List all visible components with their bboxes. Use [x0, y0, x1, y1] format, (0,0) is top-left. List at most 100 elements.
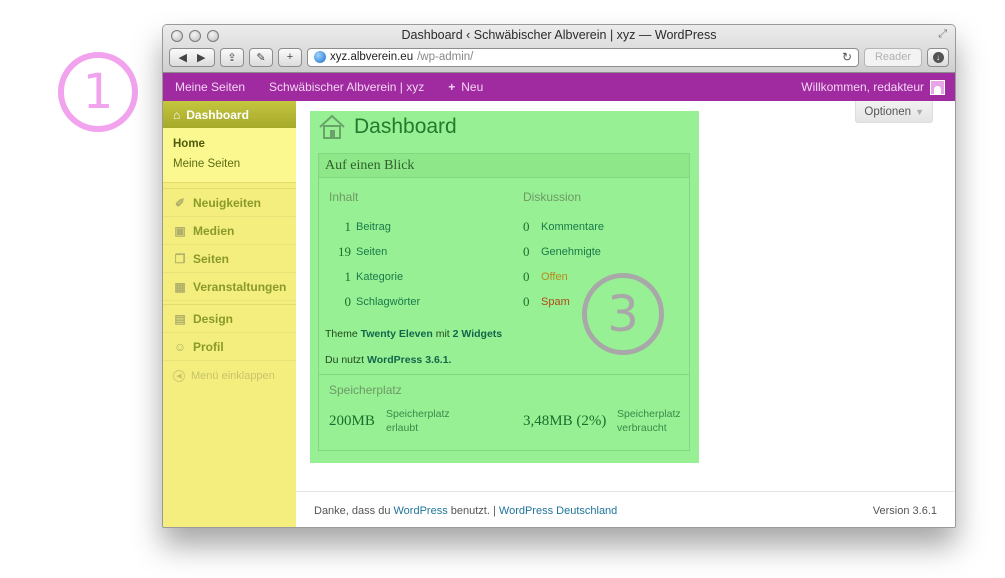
count-label: Seiten [356, 245, 388, 258]
count: 0 [523, 293, 530, 309]
sidebar-item-events[interactable]: ▦ Veranstaltungen [163, 273, 296, 301]
calendar-icon: ▦ [174, 279, 186, 294]
add-icon: + [286, 51, 294, 63]
reload-icon[interactable]: ↻ [842, 50, 852, 64]
appearance-icon: ▤ [174, 311, 186, 326]
storage-allowed-text: Speicherplatz erlaubt [386, 407, 450, 435]
wordpress-de-link[interactable]: WordPress Deutschland [499, 505, 617, 517]
plus-icon: + [448, 80, 456, 94]
count: 0 [523, 268, 530, 284]
users-icon: ☺ [173, 339, 187, 354]
list-item[interactable]: 0 Schlagwörter [329, 289, 509, 314]
sidebar-item-label: Veranstaltungen [193, 279, 287, 294]
count-label: Schlagwörter [356, 295, 421, 308]
count: 1 [344, 268, 352, 284]
storage-used-text: Speicherplatz verbraucht [617, 407, 681, 435]
adminbar-new[interactable]: + Neu [436, 73, 495, 101]
adminbar-site-name[interactable]: Schwäbischer Albverein | xyz [257, 73, 436, 101]
download-icon: ↓ [932, 51, 944, 63]
adminbar-account[interactable]: Willkommen, redakteur [801, 79, 955, 95]
storage-allowed-value: 200MB [329, 413, 375, 429]
footer-text: Danke, dass du [314, 504, 391, 517]
address-bar[interactable]: xyz.albverein.eu/wp-admin/ ↻ [307, 47, 859, 67]
sidebar-item-design[interactable]: ▤ Design [163, 305, 296, 333]
tools-button[interactable]: ✎ [249, 47, 273, 67]
count: 1 [344, 218, 352, 234]
theme-link[interactable]: Twenty Eleven [361, 328, 433, 340]
download-button[interactable]: ↓ [927, 47, 949, 67]
sidebar-item-dashboard[interactable]: ⌂ Dashboard [163, 101, 303, 128]
sidebar-item-label: Medien [193, 223, 235, 238]
annotation-3: 3 [582, 273, 664, 355]
submenu-item-home[interactable]: Home [173, 134, 296, 154]
list-item[interactable]: 1 Beitrag [329, 214, 509, 239]
list-item[interactable]: 0 Kommentare [523, 214, 703, 239]
list-item[interactable]: 19 Seiten [329, 239, 509, 264]
storage-allowed-text-1: Speicherplatz [386, 408, 450, 420]
theme-mid: mit [435, 328, 450, 340]
admin-bar: Meine Seiten Schwäbischer Albverein | xy… [163, 73, 955, 101]
back-forward-buttons[interactable]: ◀ ▶ [169, 47, 215, 67]
footer-text-2: benutzt. | [450, 504, 496, 517]
url-path: /wp-admin/ [417, 51, 474, 63]
collapse-menu-button[interactable]: ◀ Menü einklappen [163, 361, 296, 391]
count-label: Kategorie [356, 270, 404, 283]
tools-icon: ✎ [256, 51, 266, 64]
storage-label: Speicherplatz [329, 383, 402, 397]
sidebar-item-label: Dashboard [186, 107, 249, 122]
screen-options-label: Optionen [864, 105, 912, 118]
count-label: Offen [541, 270, 568, 283]
share-button[interactable]: ⇪ [220, 47, 244, 67]
content-label: Inhalt [329, 190, 359, 204]
collapse-icon: ◀ [173, 370, 185, 382]
home-icon: ⌂ [173, 107, 181, 122]
avatar [930, 79, 945, 95]
theme-prefix: Theme [325, 328, 358, 340]
list-item[interactable]: 0 Genehmigte [523, 239, 703, 264]
title-bar: Dashboard ‹ Schwäbischer Albverein | xyz… [163, 25, 955, 73]
storage-section: Speicherplatz 200MB Speicherplatz erlaub… [319, 374, 689, 450]
storage-used-value: 3,48MB (2%) [523, 413, 607, 429]
sidebar-item-profile[interactable]: ☺ Profil [163, 333, 296, 361]
url-host: xyz.albverein.eu [330, 51, 414, 63]
sidebar-item-news[interactable]: ✐ Neuigkeiten [163, 189, 296, 217]
list-item[interactable]: 1 Kategorie [329, 264, 509, 289]
widget-title[interactable]: Auf einen Blick [319, 154, 689, 178]
sidebar-item-label: Seiten [193, 251, 230, 266]
widgets-link[interactable]: 2 Widgets [453, 328, 503, 340]
count: 0 [344, 293, 352, 309]
version-info: Du nutzt WordPress 3.6.1. [325, 354, 451, 366]
adminbar-new-label: Neu [461, 80, 484, 94]
admin-footer: Danke, dass du WordPress benutzt. | Word… [296, 491, 955, 527]
sidebar-item-label: Design [193, 311, 234, 326]
pages-icon: ❐ [174, 251, 186, 266]
storage-allowed-text-2: erlaubt [386, 422, 419, 434]
annotation-1: 1 [58, 52, 138, 132]
reader-button[interactable]: Reader [864, 47, 922, 67]
back-icon[interactable]: ◀ [179, 51, 187, 64]
count: 0 [523, 218, 530, 234]
count-label: Kommentare [541, 220, 604, 233]
count: 0 [523, 243, 530, 259]
sidebar-item-pages[interactable]: ❐ Seiten [163, 245, 296, 273]
version-prefix: Du nutzt [325, 354, 365, 366]
add-bookmark-button[interactable]: + [278, 47, 302, 67]
page: 1 2 Dashboard ‹ Schwäbischer Albverein |… [0, 0, 1005, 578]
screen-options-button[interactable]: Optionen ▼ [855, 101, 933, 123]
forward-icon[interactable]: ▶ [197, 51, 205, 64]
count-label: Beitrag [356, 220, 391, 233]
resize-icon[interactable]: ⤢ [938, 28, 947, 41]
wordpress-link[interactable]: WordPress [394, 505, 448, 517]
page-header: Dashboard [318, 111, 457, 143]
count: 19 [338, 243, 351, 259]
submenu-item-my-sites[interactable]: Meine Seiten [173, 154, 296, 174]
collapse-label: Menü einklappen [191, 370, 275, 382]
adminbar-my-sites[interactable]: Meine Seiten [163, 73, 257, 101]
share-icon: ⇪ [227, 51, 237, 64]
browser-window: Dashboard ‹ Schwäbischer Albverein | xyz… [162, 24, 956, 528]
discussion-label: Diskussion [523, 190, 582, 204]
sidebar-item-media[interactable]: ▣ Medien [163, 217, 296, 245]
browser-toolbar: ◀ ▶ ⇪ ✎ + xyz.albverein.eu/wp-admin/ ↻ R… [169, 47, 949, 67]
dashboard-submenu: Home Meine Seiten [163, 128, 296, 183]
window-title: Dashboard ‹ Schwäbischer Albverein | xyz… [401, 28, 717, 42]
